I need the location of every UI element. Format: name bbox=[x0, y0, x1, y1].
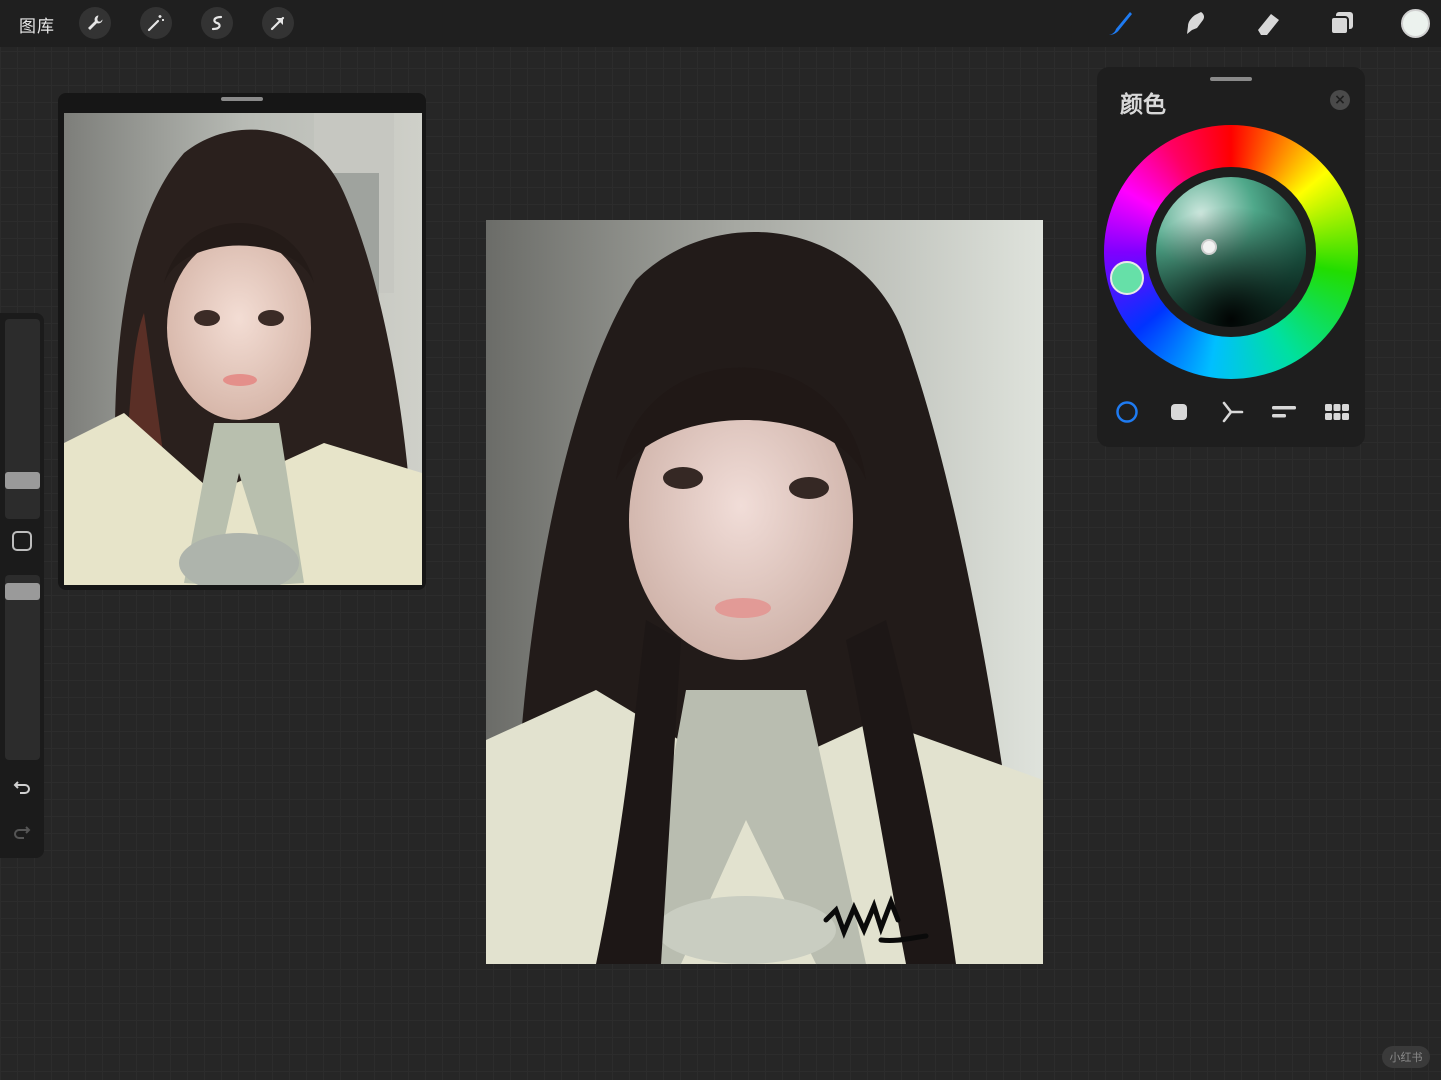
eraser-tool-button[interactable] bbox=[1252, 7, 1284, 39]
opacity-slider[interactable] bbox=[5, 575, 40, 760]
brush-size-thumb[interactable] bbox=[5, 472, 40, 489]
opacity-thumb[interactable] bbox=[5, 583, 40, 600]
brush-size-slider[interactable] bbox=[5, 319, 40, 519]
brush-tool-button[interactable] bbox=[1104, 7, 1136, 39]
harmony-icon bbox=[1222, 401, 1244, 423]
modify-button[interactable] bbox=[12, 531, 32, 551]
redo-button[interactable] bbox=[10, 820, 34, 844]
undo-icon bbox=[13, 781, 30, 794]
wrench-icon bbox=[88, 15, 103, 30]
smudge-tool-button[interactable] bbox=[1178, 7, 1210, 39]
actions-wrench-button[interactable] bbox=[79, 7, 111, 39]
tab-palettes[interactable] bbox=[1323, 398, 1351, 426]
close-icon[interactable]: × bbox=[1330, 90, 1350, 110]
reference-photo bbox=[64, 113, 422, 585]
adjustments-button[interactable] bbox=[140, 7, 172, 39]
layers-button[interactable] bbox=[1326, 7, 1358, 39]
disc-icon bbox=[1116, 401, 1138, 423]
hue-knob[interactable] bbox=[1110, 261, 1144, 295]
tab-value[interactable] bbox=[1270, 398, 1298, 426]
color-panel: 颜色 × bbox=[1097, 67, 1365, 447]
hue-ring[interactable] bbox=[1104, 125, 1358, 379]
color-panel-grab-handle[interactable] bbox=[1210, 77, 1252, 81]
redo-icon bbox=[14, 826, 31, 839]
tab-disc[interactable] bbox=[1113, 398, 1141, 426]
selection-icon bbox=[211, 15, 223, 31]
color-mode-tabs bbox=[1113, 398, 1353, 426]
classic-square-icon bbox=[1171, 404, 1187, 420]
palettes-grid-icon bbox=[1325, 404, 1349, 420]
color-panel-title: 颜色 bbox=[1120, 92, 1166, 118]
transform-button[interactable] bbox=[262, 7, 294, 39]
eraser-icon bbox=[1258, 14, 1279, 35]
undo-button[interactable] bbox=[10, 775, 34, 799]
gallery-link[interactable]: 图库 bbox=[19, 12, 55, 37]
top-toolbar: 图库 bbox=[0, 0, 1441, 47]
transform-arrow-icon bbox=[270, 16, 285, 31]
left-sidebar bbox=[0, 313, 44, 858]
smudge-icon bbox=[1187, 12, 1205, 34]
saturation-brightness-disc[interactable] bbox=[1156, 177, 1306, 327]
selection-button[interactable] bbox=[201, 7, 233, 39]
value-sliders-icon bbox=[1272, 406, 1296, 418]
magic-wand-icon bbox=[147, 15, 164, 32]
tab-classic[interactable] bbox=[1165, 398, 1193, 426]
watermark-badge: 小红书 bbox=[1382, 1046, 1430, 1068]
layers-icon bbox=[1330, 12, 1353, 35]
canvas-artwork[interactable] bbox=[486, 220, 1043, 964]
color-swatch-button[interactable] bbox=[1401, 9, 1430, 38]
reference-grab-handle[interactable] bbox=[221, 97, 263, 101]
brush-icon bbox=[1109, 12, 1132, 35]
reference-window[interactable] bbox=[58, 93, 426, 590]
tab-harmony[interactable] bbox=[1218, 398, 1246, 426]
saturation-knob[interactable] bbox=[1201, 239, 1217, 255]
